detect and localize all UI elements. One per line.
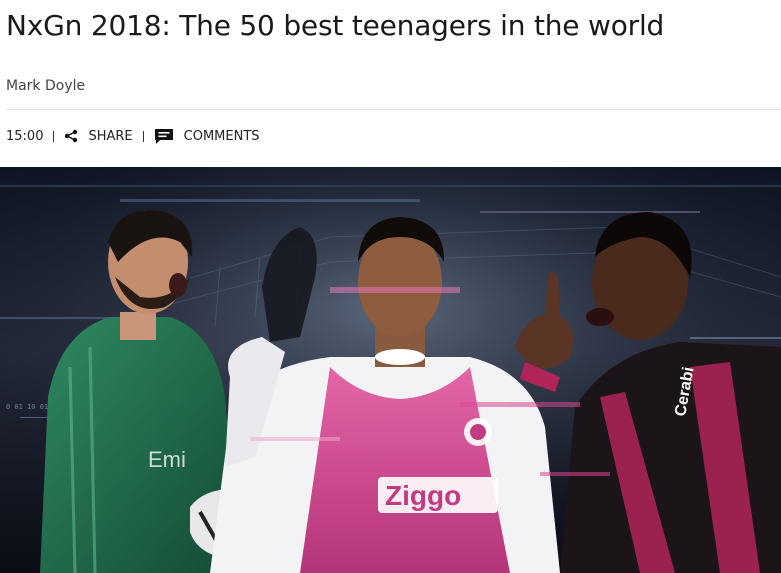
divider [6,109,781,110]
share-label: SHARE [88,128,133,144]
hero-image: 0 01 10 01 10 Emi Ziggo Cerabi [0,167,781,573]
comments-button[interactable]: COMMENTS [154,128,260,145]
publish-time: 15:00 [6,128,44,144]
article-meta-bar: 15:00 SHARE COMMENTS [6,126,260,146]
comments-icon [154,128,174,145]
article-title: NxGn 2018: The 50 best teenagers in the … [6,9,665,42]
hero-illustration: 0 01 10 01 10 Emi Ziggo Cerabi [0,167,781,573]
share-icon [64,129,78,143]
author-name[interactable]: Mark Doyle [6,78,85,94]
center-shirt-sponsor: Ziggo [385,480,461,511]
left-shirt-sponsor: Emi [148,447,186,472]
separator [53,130,55,142]
comments-label: COMMENTS [183,128,260,144]
separator [142,130,144,142]
share-button[interactable]: SHARE [64,128,133,144]
